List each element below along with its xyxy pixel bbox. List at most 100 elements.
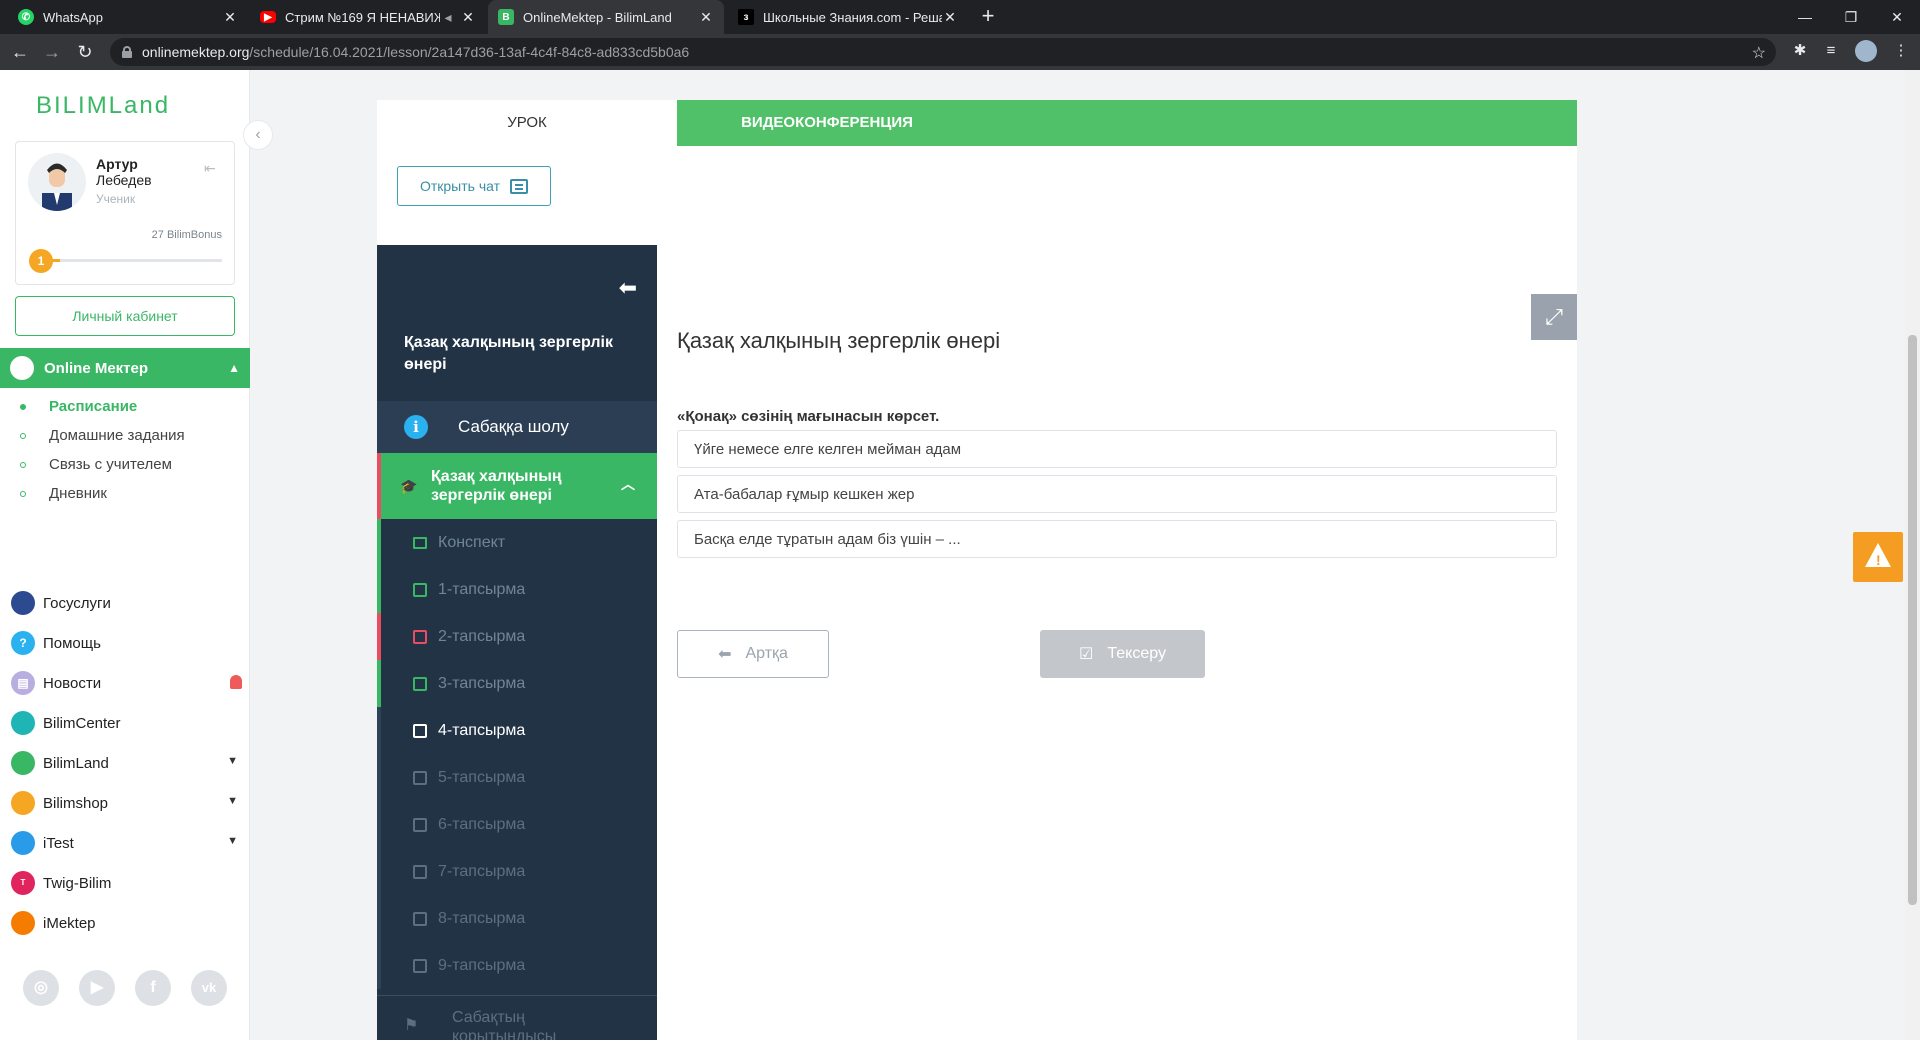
forward-arrow-icon[interactable]: → [40,40,64,64]
logout-icon[interactable]: ⇤ [204,160,222,176]
submenu-contact-teacher[interactable]: Связь с учителем [0,450,250,479]
submenu-homework[interactable]: Домашние задания [0,421,250,450]
page-scrollbar[interactable] [1905,70,1920,1040]
minimize-button[interactable]: — [1782,0,1828,34]
url-host: onlinemektep.org [142,44,250,60]
nav-item-task-8[interactable]: 8-тапсырма [377,895,657,942]
youtube-icon[interactable]: ▶ [79,970,115,1006]
nav-task-list: Конспект 1-тапсырма 2-тапсырма 3-тапсырм… [377,519,657,989]
url-input[interactable]: onlinemektep.org/schedule/16.04.2021/les… [110,38,1776,66]
reload-icon[interactable]: ↻ [73,40,97,64]
nav-item-label: 4-тапсырма [438,721,526,739]
whatsapp-icon: ✆ [18,9,34,25]
online-mektep-submenu: Расписание Домашние задания Связь с учит… [0,392,250,508]
graduation-cap-icon: 🎓 [400,477,418,494]
student-avatar-icon [42,163,72,211]
menu-label: Новости [43,674,102,692]
extensions-icon[interactable]: ✱ [1789,40,1811,62]
instagram-icon[interactable]: ◎ [23,970,59,1006]
submenu-label: Связь с учителем [49,456,172,473]
edit-icon [413,770,427,785]
close-icon[interactable]: ✕ [698,9,714,26]
profile-avatar[interactable] [1855,40,1877,62]
flag-icon: ⚑ [404,1017,419,1034]
nav-item-task-4[interactable]: 4-тапсырма [377,707,657,754]
close-icon[interactable]: ✕ [222,9,238,26]
menu-bilimshop[interactable]: Bilimshop ▼ [0,783,250,823]
menu-gosuslugi[interactable]: Госуслуги [0,583,250,623]
menu-twig-bilim[interactable]: T Twig-Bilim [0,863,250,903]
report-warning-button[interactable]: ! [1853,532,1903,582]
open-chat-button[interactable]: Открыть чат [397,166,551,206]
nav-item-konspekt[interactable]: Конспект [377,519,657,566]
nav-item-task-3[interactable]: 3-тапсырма [377,660,657,707]
menu-imektep[interactable]: iMektep [0,903,250,943]
close-icon[interactable]: ✕ [460,9,476,26]
chevron-down-icon: ▼ [227,835,238,847]
speaker-icon[interactable]: ◂ [440,9,456,26]
bookmark-star-icon[interactable]: ☆ [1752,43,1766,63]
nav-lesson-overview[interactable]: i Сабаққа шолу [377,401,657,453]
sidebar-collapse-button[interactable]: ‹ [243,120,273,150]
vk-icon[interactable]: vk [191,970,227,1006]
tab-lesson[interactable]: УРОК [377,100,677,146]
bilimland-logo[interactable]: BILIMLand [36,92,170,120]
back-arrow-icon[interactable]: ← [8,40,32,64]
nav-item-task-7[interactable]: 7-тапсырма [377,848,657,895]
bullet-icon [20,490,26,497]
submenu-schedule[interactable]: Расписание [0,392,250,421]
book-icon [413,536,427,549]
imektep-icon [11,911,35,935]
nav-lesson-summary[interactable]: ⚑ Сабақтың қорытындысы [377,995,657,1040]
browser-tab-znanija[interactable]: з Школьные Знания.com - Решае ✕ [728,0,968,34]
nav-item-task-9[interactable]: 9-тапсырма [377,942,657,989]
nav-item-label: 1-тапсырма [438,580,526,598]
tab-title: Стрим №169 Я НЕНАВИЖУ [285,9,440,25]
chat-icon [510,178,529,194]
nav-section-current[interactable]: 🎓 Қазақ халқының зергерлік өнері ︿ [377,453,657,519]
lesson-navigation: ⬅ Қазақ халқының зергерлік өнері i Сабақ… [377,245,657,1040]
answer-option-1[interactable]: Үйге немесе елге келген мейман адам [677,430,1557,468]
lesson-tabs: УРОК ВИДЕОКОНФЕРЕНЦИЯ [377,100,1577,146]
submenu-diary[interactable]: Дневник [0,479,250,508]
window-close-button[interactable]: ✕ [1874,0,1920,34]
menu-bilimcenter[interactable]: BilimCenter [0,703,250,743]
personal-cabinet-button[interactable]: Личный кабинет [15,296,235,336]
check-button[interactable]: ☑ Тексеру [1040,630,1205,678]
menu-help[interactable]: ? Помощь [0,623,250,663]
tab-title: WhatsApp [43,9,103,25]
scrollbar-thumb[interactable] [1908,335,1917,905]
answer-option-2[interactable]: Ата-бабалар ғұмыр кешкен жер [677,475,1557,513]
chevron-down-icon: ▼ [227,755,238,767]
menu-online-mektep[interactable]: Online Mектеp ▲ [0,348,250,388]
reading-list-icon[interactable]: ≡ [1820,40,1842,62]
new-tab-button[interactable]: + [975,4,1001,30]
nav-item-task-5[interactable]: 5-тапсырма [377,754,657,801]
nav-item-task-2[interactable]: 2-тапсырма [377,613,657,660]
level-badge: 1 [29,249,53,273]
close-icon[interactable]: ✕ [942,9,958,26]
nav-item-label: 7-тапсырма [438,862,526,880]
menu-itest[interactable]: iTest ▼ [0,823,250,863]
nav-item-task-6[interactable]: 6-тапсырма [377,801,657,848]
menu-label: Bilimshop [43,794,109,812]
facebook-icon[interactable]: f [135,970,171,1006]
maximize-button[interactable]: ❐ [1828,0,1874,34]
tab-videoconference[interactable]: ВИДЕОКОНФЕРЕНЦИЯ [677,100,977,146]
back-button[interactable]: ⬅ Артқа [677,630,829,678]
edit-icon [413,723,427,738]
back-arrow-icon[interactable]: ⬅ [619,275,637,301]
nav-item-task-1[interactable]: 1-тапсырма [377,566,657,613]
answer-option-3[interactable]: Басқа елде тұратын адам біз үшін – ... [677,520,1557,558]
menu-bilimland[interactable]: BilimLand ▼ [0,743,250,783]
address-bar: ← → ↻ onlinemektep.org/schedule/16.04.20… [0,34,1920,70]
info-icon: i [404,415,428,439]
browser-tab-onlinemektep[interactable]: B OnlineMektep - BilimLand ✕ [488,0,724,34]
browser-tab-bar: ✆ WhatsApp ✕ ▶ Стрим №169 Я НЕНАВИЖУ ◂ ✕… [0,0,1920,34]
menu-news[interactable]: ▤ Новости [0,663,250,703]
browser-menu-icon[interactable]: ⋮ [1890,40,1912,62]
fullscreen-button[interactable]: ⤢ [1531,294,1577,340]
browser-tab-whatsapp[interactable]: ✆ WhatsApp ✕ [8,0,248,34]
browser-tab-youtube[interactable]: ▶ Стрим №169 Я НЕНАВИЖУ ◂ ✕ [250,0,486,34]
nav-item-label: 5-тапсырма [438,768,526,786]
